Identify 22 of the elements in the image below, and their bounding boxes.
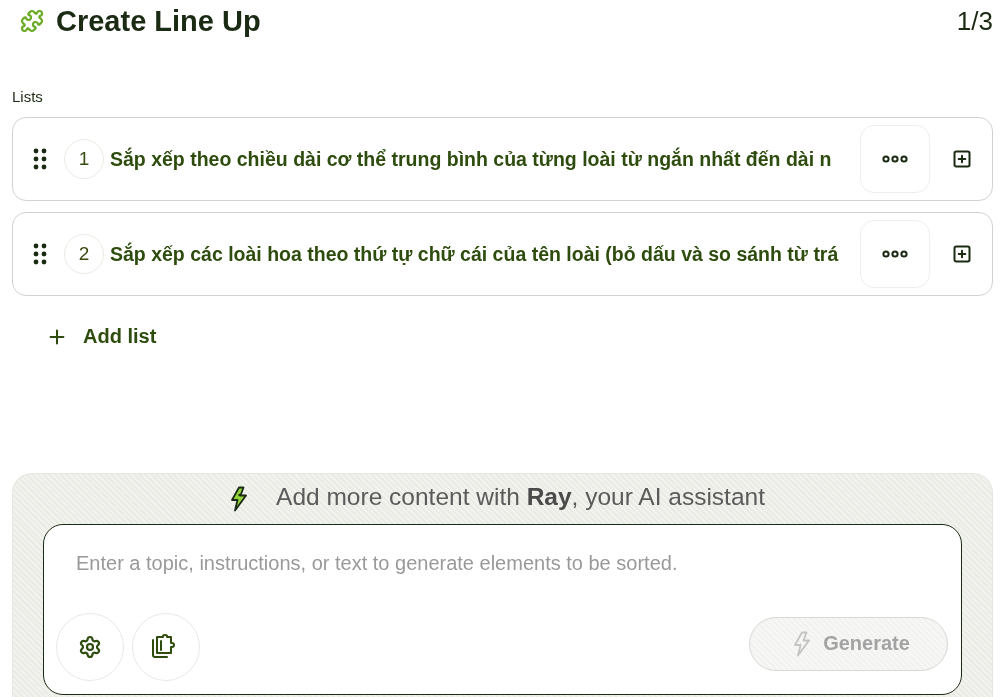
assistant-heading: Add more content with Ray, your AI assistant: [276, 483, 765, 512]
list-title: Sắp xếp các loài hoa theo thứ tự chữ cái của tên loài (bỏ dấu và so sánh từ trá: [110, 242, 840, 266]
add-item-button[interactable]: [952, 149, 972, 169]
add-list-button[interactable]: Add list: [46, 325, 157, 348]
more-button[interactable]: [860, 220, 930, 288]
square-plus-icon: [952, 149, 972, 169]
section-label: Lists: [12, 88, 43, 106]
more-options-icon: [882, 250, 908, 258]
prompt-input-field[interactable]: Enter a topic, instructions, or text to generate elements to be sorted.: [76, 551, 948, 609]
page-title: Create Line Up: [56, 4, 262, 39]
more-button[interactable]: [860, 125, 930, 193]
settings-icon: [78, 635, 102, 659]
drag-handle-icon[interactable]: [33, 243, 47, 265]
lightning-icon: [230, 486, 249, 512]
add-item-button[interactable]: [952, 244, 972, 264]
more-options-icon: [882, 155, 908, 163]
square-plus-icon: [952, 244, 972, 264]
list-title: Sắp xếp theo chiều dài cơ thể trung bình của từng loài từ ngắn nhất đến dài n: [110, 147, 833, 171]
step-counter: 1/3: [956, 5, 993, 37]
lightning-icon: [793, 630, 812, 657]
drag-handle-icon[interactable]: [33, 148, 47, 170]
puzzle-icon: [20, 9, 44, 33]
